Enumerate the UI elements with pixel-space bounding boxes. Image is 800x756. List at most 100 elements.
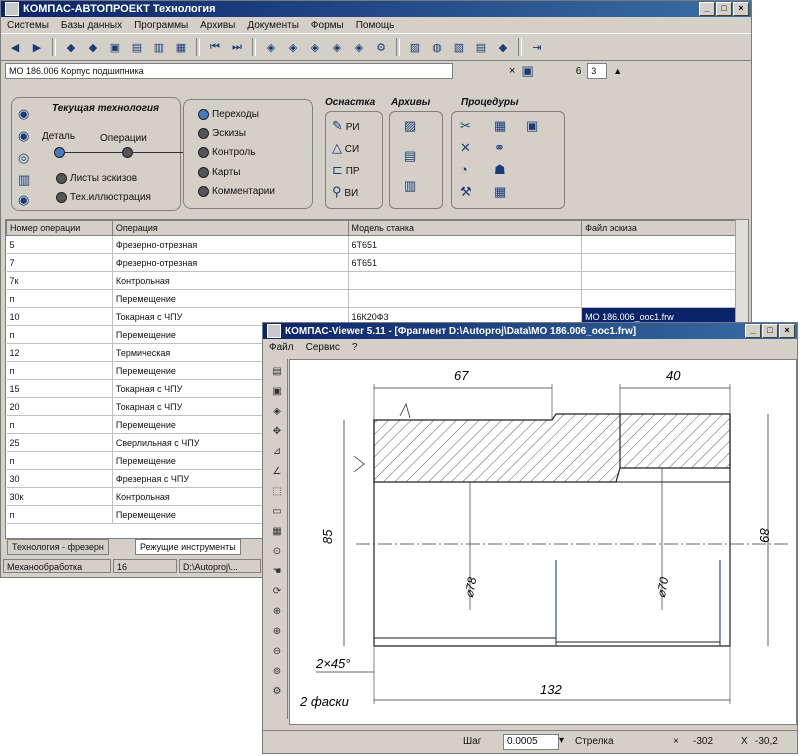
frame-icon[interactable]: ▭ — [269, 503, 285, 521]
cell-op-number[interactable]: п — [6, 415, 113, 434]
viewer-menu-file[interactable]: Файл — [269, 342, 294, 353]
cell-sketch-file[interactable] — [581, 271, 736, 290]
zoom-in-icon[interactable]: ⊕ — [269, 623, 285, 641]
tree-icon-2[interactable]: ◉ — [18, 128, 29, 144]
proc-stack-icon[interactable]: ▦ — [494, 118, 506, 134]
tree-icon-4[interactable]: ▥ — [18, 172, 30, 188]
close-button[interactable]: × — [733, 2, 749, 16]
menu-databases[interactable]: Базы данных — [61, 20, 122, 31]
cell-operation[interactable]: Перемещение — [112, 289, 349, 308]
equipment-ri[interactable]: ✎ РИ — [332, 118, 360, 134]
globe-icon[interactable]: ◍ — [427, 37, 447, 57]
cell-operation[interactable]: Контрольная — [112, 271, 349, 290]
cell-op-number[interactable]: п — [6, 289, 113, 308]
proc-link-icon[interactable]: ⚭ — [494, 140, 505, 156]
import-icon[interactable]: ▦ — [171, 37, 191, 57]
menu-systems[interactable]: Системы — [7, 20, 49, 31]
tool-icon-1[interactable]: ◈ — [261, 37, 281, 57]
angle-icon[interactable]: ∠ — [269, 463, 285, 481]
print-icon[interactable]: ▣ — [269, 383, 285, 401]
measure-icon[interactable]: ⊿ — [269, 443, 285, 461]
tool-icon-3[interactable]: ◈ — [305, 37, 325, 57]
zoom-out-icon[interactable]: ⊖ — [269, 643, 285, 661]
cell-machine[interactable]: 6Т651 — [348, 253, 583, 272]
zoom-fit-icon[interactable]: ⊚ — [269, 663, 285, 681]
tool-icon-6[interactable]: ⚙ — [371, 37, 391, 57]
viewer-menu-help[interactable]: ? — [352, 342, 358, 353]
document-icon[interactable]: ▣ — [521, 63, 533, 79]
option-control[interactable]: Контроль — [198, 147, 255, 158]
move-icon[interactable]: ✥ — [269, 423, 285, 441]
export-icon[interactable]: ▥ — [149, 37, 169, 57]
cell-op-number[interactable]: п — [6, 361, 113, 380]
cell-op-number[interactable]: 20 — [6, 397, 113, 416]
sketches-option[interactable]: Листы эскизов — [56, 173, 137, 184]
col-sketch-file[interactable]: Файл эскиза — [581, 220, 736, 236]
prev-icon[interactable]: ◀ — [5, 37, 25, 57]
cell-sketch-file[interactable] — [581, 235, 736, 254]
col-machine[interactable]: Модель станка — [347, 220, 583, 236]
first-icon[interactable]: ⏮ — [205, 37, 225, 57]
cell-sketch-file[interactable] — [581, 289, 736, 308]
table-row[interactable]: 7 Фрезерно-отрезная 6Т651 — [6, 253, 736, 272]
archive-doc-icon[interactable]: ▥ — [404, 178, 416, 194]
zoom-window-icon[interactable]: ⊕ — [269, 603, 285, 621]
cell-machine[interactable] — [348, 289, 583, 308]
archive-book-icon[interactable]: ▨ — [404, 118, 416, 134]
operations-label[interactable]: Операции — [100, 133, 147, 144]
minimize-button[interactable]: _ — [699, 2, 715, 16]
cell-op-number[interactable]: п — [6, 505, 113, 524]
cell-operation[interactable]: Фрезерно-отрезная — [112, 235, 349, 254]
cell-op-number[interactable]: п — [6, 451, 113, 470]
option-comments[interactable]: Комментарии — [198, 186, 275, 197]
status-step-input[interactable]: 0.0005 — [503, 734, 559, 750]
maximize-button[interactable]: □ — [716, 2, 732, 16]
cell-machine[interactable] — [348, 271, 583, 290]
cell-op-number[interactable]: 12 — [6, 343, 113, 362]
settings-icon[interactable]: ⚙ — [269, 683, 285, 701]
pan-icon[interactable]: ☚ — [269, 563, 285, 581]
viewer-menu-service[interactable]: Сервис — [306, 342, 340, 353]
table-row[interactable]: п Перемещение — [6, 289, 736, 308]
proc-tools-icon[interactable]: ⚒ — [460, 184, 472, 200]
proc-gauge-icon[interactable]: ◔ — [460, 162, 468, 177]
tree-icon-3[interactable]: ◎ — [18, 150, 29, 166]
equipment-si[interactable]: △ СИ — [332, 140, 359, 156]
print-icon[interactable]: ▣ — [105, 37, 125, 57]
page-spin-icon[interactable]: ▲ — [613, 66, 622, 76]
cell-op-number[interactable]: 5 — [6, 235, 113, 254]
diamond-icon-2[interactable]: ◆ — [83, 37, 103, 57]
option-cards[interactable]: Карты — [198, 167, 241, 178]
archive-folder-icon[interactable]: ▤ — [404, 148, 416, 164]
point-icon[interactable]: ⊙ — [269, 543, 285, 561]
cell-op-number[interactable]: п — [6, 325, 113, 344]
page-input[interactable]: 3 — [587, 63, 608, 79]
exit-icon[interactable]: ⇥ — [527, 37, 547, 57]
document-close-icon[interactable]: × — [509, 65, 515, 77]
book-icon[interactable]: ▨ — [405, 37, 425, 57]
cell-op-number[interactable]: 7 — [6, 253, 113, 272]
doc-icon[interactable]: ▧ — [449, 37, 469, 57]
proc-cross-icon[interactable]: ✕ — [460, 140, 471, 156]
cell-op-number[interactable]: 15 — [6, 379, 113, 398]
proc-grid-icon[interactable]: ▦ — [494, 184, 506, 200]
tool-icon-2[interactable]: ◈ — [283, 37, 303, 57]
menu-programs[interactable]: Программы — [134, 20, 188, 31]
detail-label[interactable]: Деталь — [42, 131, 75, 142]
tool-icon-4[interactable]: ◈ — [327, 37, 347, 57]
table-row[interactable]: 7к Контрольная — [6, 271, 736, 290]
document-field[interactable]: МО 186.006 Корпус подшипника — [5, 63, 453, 79]
tool-icon-5[interactable]: ◈ — [349, 37, 369, 57]
option-sketches[interactable]: Эскизы — [198, 128, 246, 139]
table-row[interactable]: 5 Фрезерно-отрезная 6Т651 — [6, 235, 736, 254]
proc-box-icon[interactable]: ▣ — [526, 118, 538, 134]
menu-archives[interactable]: Архивы — [200, 20, 235, 31]
tab-cutting-tools[interactable]: Режущие инструменты — [135, 539, 241, 555]
detail-node[interactable] — [54, 147, 65, 158]
menu-help[interactable]: Помощь — [356, 20, 395, 31]
col-op-number[interactable]: Номер операции — [6, 220, 113, 236]
cell-op-number[interactable]: 30к — [6, 487, 113, 506]
cell-sketch-file[interactable] — [581, 253, 736, 272]
cell-op-number[interactable]: 10 — [6, 307, 113, 326]
save-icon[interactable]: ▤ — [127, 37, 147, 57]
